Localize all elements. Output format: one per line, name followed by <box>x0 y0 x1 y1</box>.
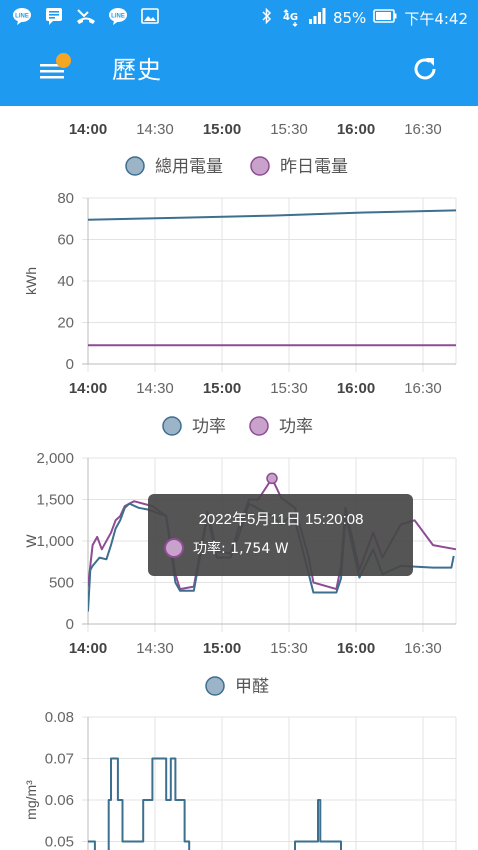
x-tick-label: 16:30 <box>404 380 442 397</box>
y-tick-label: 1,000 <box>36 533 74 550</box>
signal-icon <box>308 8 326 28</box>
legend-swatch <box>250 156 270 176</box>
x-tick-label: 15:00 <box>203 640 241 657</box>
menu-button[interactable] <box>34 53 74 86</box>
tooltip-value: 功率: 1,754 W <box>193 540 289 557</box>
y-tick-label: 0.07 <box>45 751 74 768</box>
app-bar: 歷史 <box>0 34 478 106</box>
page-title: 歷史 <box>112 56 162 84</box>
legend-swatch <box>205 676 225 696</box>
y-tick-label: 40 <box>57 273 74 290</box>
system-icons: 4G 85% 下午4:42 <box>260 7 468 29</box>
y-tick-label: 80 <box>57 190 74 207</box>
svg-text:LINE: LINE <box>111 14 125 20</box>
missed-call-icon <box>76 7 96 25</box>
y-tick-label: 500 <box>49 575 74 592</box>
bluetooth-icon <box>260 7 274 29</box>
y-tick-label: 1,500 <box>36 492 74 509</box>
legend-label: 功率 <box>192 417 226 437</box>
top-time-axis: 14:00 14:30 15:00 15:30 16:00 16:30 <box>69 121 442 138</box>
tooltip-title: 2022年5月11日 15:20:08 <box>199 511 364 528</box>
x-tick-label: 14:00 <box>69 380 107 397</box>
power-tooltip: 2022年5月11日 15:20:08 功率: 1,754 W <box>148 494 413 576</box>
top-axis-tick: 14:30 <box>136 121 174 138</box>
svg-text:LINE: LINE <box>15 14 29 20</box>
x-tick-label: 16:00 <box>337 640 375 657</box>
legend-label: 總用電量 <box>155 157 223 177</box>
y-tick-label: 20 <box>57 315 74 332</box>
energy-chart: 總用電量 昨日電量 0 20 40 60 80 kWh 14:00 14:30 15:00 15:30… <box>23 156 457 397</box>
legend-label: 功率 <box>279 417 313 437</box>
series-line <box>88 757 342 850</box>
formaldehyde-chart: 甲醛0.040.050.060.070.08mg/m³ <box>23 676 457 850</box>
message-icon <box>44 7 64 25</box>
refresh-button[interactable] <box>410 54 442 86</box>
tooltip-swatch <box>164 538 184 558</box>
clock: 下午4:42 <box>404 9 468 28</box>
legend-swatch <box>249 416 269 436</box>
x-tick-label: 14:30 <box>136 640 174 657</box>
top-axis-tick: 16:00 <box>337 121 375 138</box>
top-axis-tick: 15:00 <box>203 121 241 138</box>
y-tick-label: 60 <box>57 232 74 249</box>
y-tick-label: 0 <box>66 616 74 633</box>
x-tick-label: 15:00 <box>203 380 241 397</box>
network-type-label: 4G <box>282 12 299 23</box>
status-bar: LINE LINE 4G 85% 下午4:42 <box>0 0 478 34</box>
y-tick-label: 0.08 <box>45 709 74 726</box>
image-icon <box>140 7 160 25</box>
y-tick-label: 0 <box>66 356 74 373</box>
selected-point-marker <box>266 472 278 485</box>
y-axis-title: kWh <box>23 267 39 295</box>
x-tick-label: 14:00 <box>69 640 107 657</box>
top-axis-tick: 14:00 <box>69 121 107 138</box>
notification-icons: LINE LINE <box>12 7 160 25</box>
history-charts: 14:00 14:30 15:00 15:30 16:00 16:30 總用電量 昨日電量 0… <box>23 121 457 850</box>
top-axis-tick: 16:30 <box>404 121 442 138</box>
x-tick-label: 15:30 <box>270 640 308 657</box>
top-axis-tick: 15:30 <box>270 121 308 138</box>
tooltip-box <box>148 494 413 576</box>
legend-label: 甲醛 <box>235 677 269 697</box>
refresh-icon <box>414 58 436 80</box>
y-axis-title: mg/m³ <box>23 780 39 820</box>
battery-percent: 85% <box>332 9 367 27</box>
legend-label: 昨日電量 <box>280 157 348 177</box>
series-line <box>88 209 457 221</box>
y-tick-label: 0.05 <box>45 834 74 850</box>
x-tick-label: 16:00 <box>337 380 375 397</box>
line-icon: LINE <box>12 7 32 25</box>
line-icon: LINE <box>108 7 128 25</box>
y-axis-title: W <box>23 534 39 548</box>
x-tick-label: 15:30 <box>270 380 308 397</box>
y-tick-label: 0.06 <box>45 792 74 809</box>
y-tick-label: 2,000 <box>36 450 74 467</box>
x-tick-label: 16:30 <box>404 640 442 657</box>
network-type-icon: 4G <box>281 9 301 27</box>
legend-swatch <box>125 156 145 176</box>
notification-badge <box>56 53 71 68</box>
battery-icon <box>373 9 397 27</box>
x-tick-label: 14:30 <box>136 380 174 397</box>
legend-swatch <box>162 416 182 436</box>
